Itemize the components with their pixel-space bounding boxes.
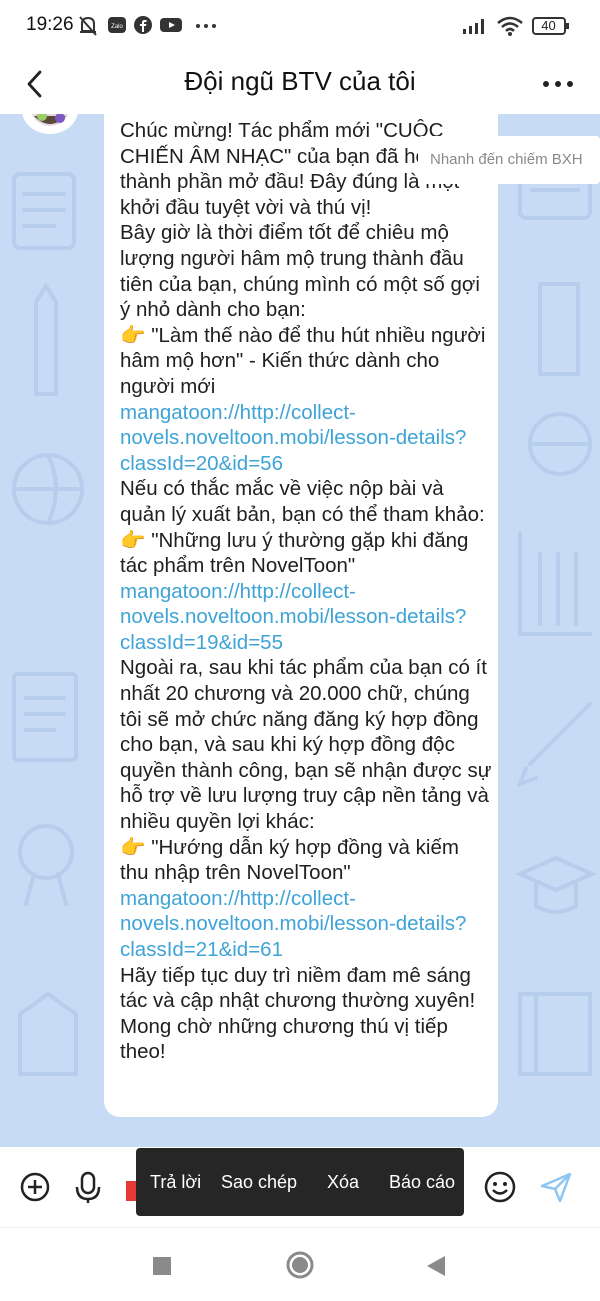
message-paragraph: Hãy tiếp tục duy trì niềm đam mê sáng tá… (120, 963, 476, 1064)
page-title: Đội ngũ BTV của tôi (184, 66, 416, 96)
home-button[interactable] (285, 1250, 315, 1285)
square-icon (153, 1257, 171, 1275)
home-circle-icon (286, 1251, 314, 1279)
battery-level: 40 (541, 18, 556, 33)
more-dots-icon (194, 15, 218, 40)
system-nav-bar (0, 1227, 600, 1301)
microphone-icon (75, 1171, 101, 1203)
status-bar: 19:26 Zalo 40 (0, 0, 600, 56)
voice-button[interactable] (70, 1169, 106, 1205)
lesson-link[interactable]: mangatoon://http://collect-novels.novelt… (120, 400, 492, 477)
smiley-icon (484, 1171, 516, 1203)
lesson-link[interactable]: mangatoon://http://collect-novels.novelt… (120, 886, 492, 963)
emoji-button[interactable] (482, 1169, 518, 1205)
add-button[interactable] (17, 1169, 53, 1205)
signal-icon (462, 15, 490, 40)
back-nav-button[interactable] (425, 1254, 447, 1283)
youtube-icon (159, 15, 183, 40)
status-time: 19:26 (26, 14, 74, 35)
send-button[interactable] (538, 1169, 574, 1205)
send-icon (540, 1172, 572, 1203)
chat-area[interactable]: Chúc mừng! Tác phẩm mới "CUỘC CHIẾN ÂM N… (0, 114, 600, 1147)
plus-circle-icon (20, 1172, 50, 1202)
more-dots-icon (543, 81, 573, 87)
facebook-icon (133, 15, 153, 40)
lesson-link[interactable]: mangatoon://http://collect-novels.novelt… (120, 579, 492, 656)
triangle-back-icon (427, 1256, 445, 1276)
message-paragraph: 👉 "Làm thế nào để thu hút nhiều người hâ… (120, 323, 486, 398)
zalo-icon: Zalo (107, 15, 127, 40)
message-paragraph: 👉 "Hướng dẫn ký hợp đồng và kiếm thu nhậ… (120, 835, 459, 885)
muted-bell-icon (78, 15, 98, 42)
message-text: Chúc mừng! Tác phẩm mới "CUỘC CHIẾN ÂM N… (120, 118, 492, 1065)
leaderboard-toast[interactable]: Nhanh đến chiếm BXH (418, 136, 600, 184)
message-paragraph: Ngoài ra, sau khi tác phẩm của bạn có ít… (120, 656, 492, 834)
chat-header: Đội ngũ BTV của tôi (0, 56, 600, 114)
battery-icon: 40 (532, 16, 570, 41)
more-options-button[interactable] (538, 66, 578, 102)
copy-menu-item[interactable]: Sao chép (221, 1172, 297, 1193)
delete-menu-item[interactable]: Xóa (327, 1172, 359, 1193)
reply-menu-item[interactable]: Trả lời (150, 1172, 201, 1193)
message-paragraph: 👉 "Những lưu ý thường gặp khi đăng tác p… (120, 528, 469, 578)
message-bubble[interactable]: Chúc mừng! Tác phẩm mới "CUỘC CHIẾN ÂM N… (104, 114, 498, 1117)
message-paragraph: Nếu có thắc mắc về việc nộp bài và quản … (120, 477, 485, 526)
message-context-menu: Trả lời Sao chép Xóa Báo cáo (136, 1148, 464, 1216)
wifi-icon (496, 15, 524, 42)
recent-apps-button[interactable] (152, 1256, 172, 1281)
svg-text:Zalo: Zalo (111, 24, 123, 30)
message-paragraph: Bây giờ là thời điểm tốt để chiêu mộ lượ… (120, 221, 480, 322)
report-menu-item[interactable]: Báo cáo (389, 1172, 455, 1193)
